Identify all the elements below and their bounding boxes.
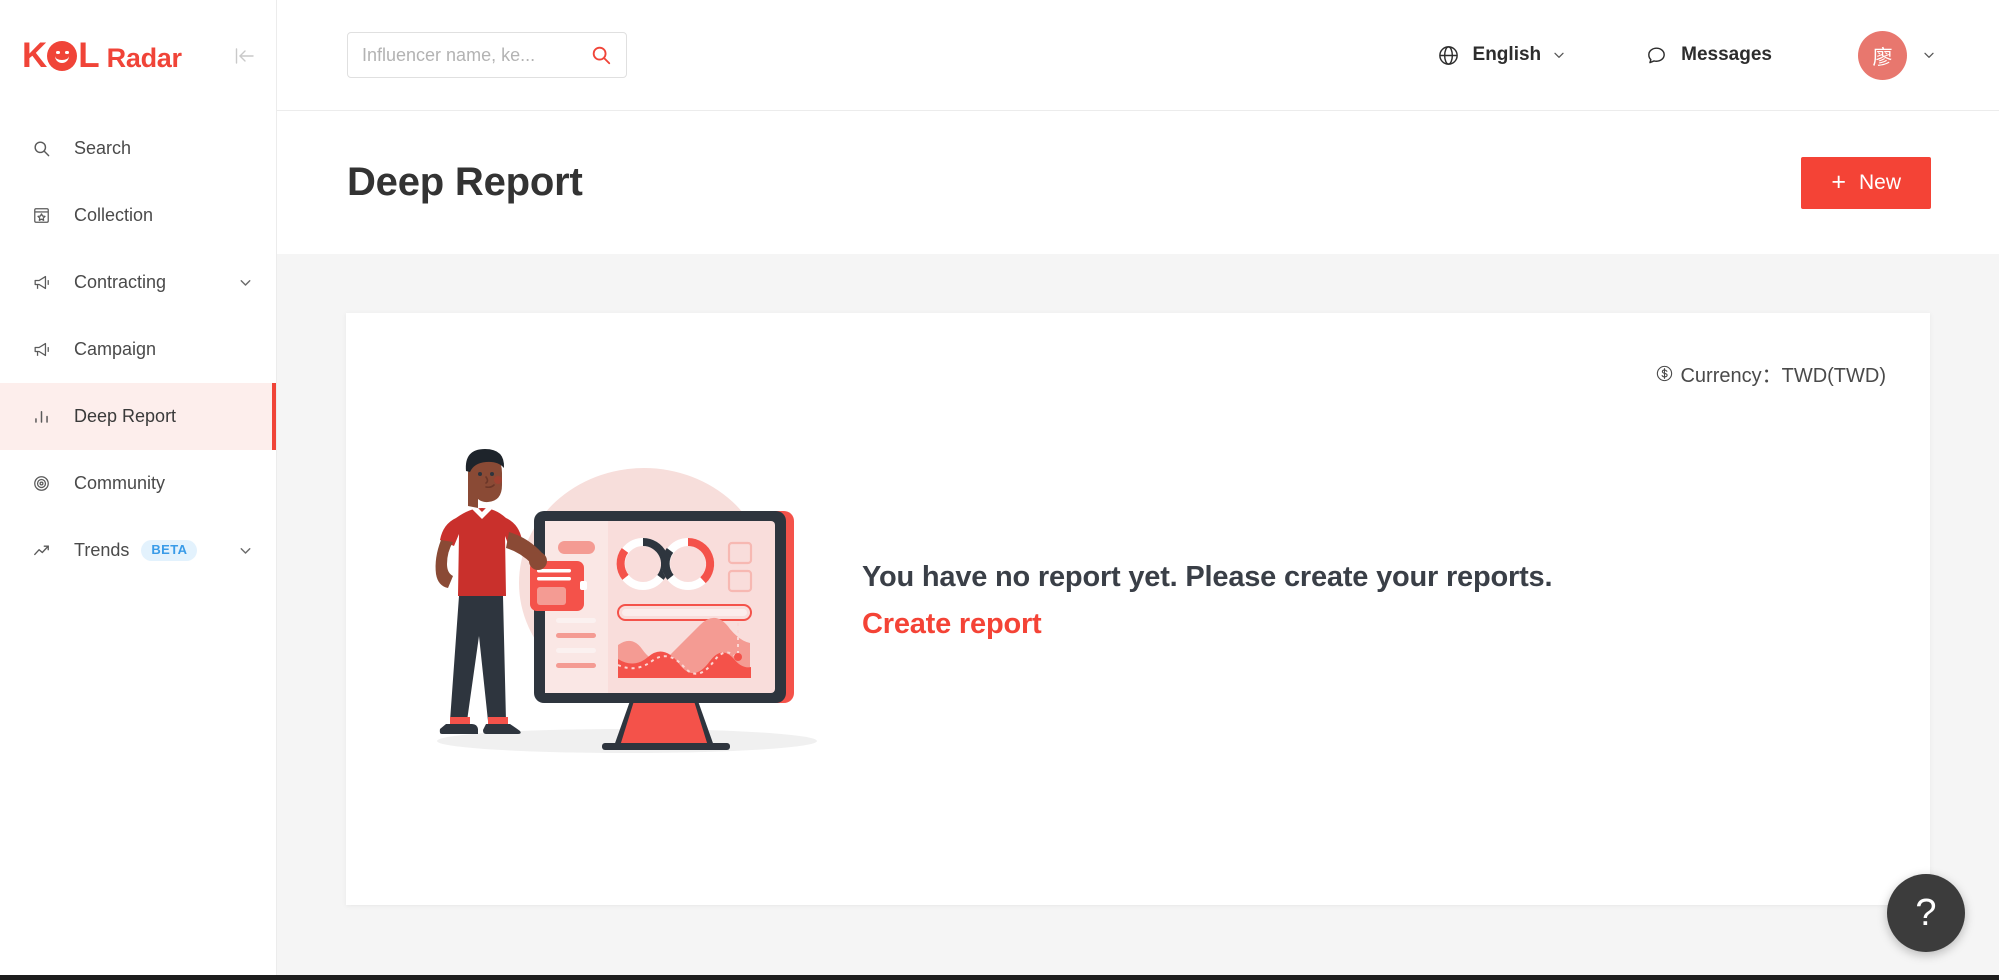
- chevron-down-icon[interactable]: [237, 274, 254, 291]
- empty-state-text: You have no report yet. Please create yo…: [862, 560, 1553, 641]
- megaphone-icon: [30, 339, 52, 361]
- create-report-link[interactable]: Create report: [862, 608, 1042, 641]
- collapse-left-icon[interactable]: [228, 39, 262, 73]
- page-title: Deep Report: [347, 160, 583, 204]
- language-selector[interactable]: English: [1437, 44, 1568, 67]
- avatar[interactable]: 廖: [1858, 30, 1907, 80]
- new-report-button-label: New: [1858, 170, 1901, 194]
- logo-radar-text: Radar: [106, 42, 182, 73]
- sidebar-item-trends[interactable]: Trends BETA: [0, 517, 276, 584]
- currency-circle-icon: [1655, 364, 1674, 383]
- report-card: Currency：TWD(TWD) You have no report yet…: [346, 313, 1930, 905]
- chat-bubble-icon: [1645, 44, 1668, 67]
- language-label: English: [1472, 44, 1542, 65]
- bookmark-star-icon: [30, 205, 52, 227]
- chevron-down-icon[interactable]: [1921, 47, 1937, 63]
- logo-letter-l: L: [78, 35, 99, 75]
- empty-state: You have no report yet. Please create yo…: [346, 433, 1930, 768]
- messages-label: Messages: [1681, 44, 1772, 65]
- content-area: Currency：TWD(TWD) You have no report yet…: [277, 254, 1999, 975]
- sidebar-item-label: Campaign: [74, 339, 157, 359]
- chevron-down-icon[interactable]: [237, 542, 254, 559]
- sidebar: KL Radar Search Collection Contracting C…: [0, 0, 277, 975]
- sidebar-item-label: Contracting: [74, 272, 167, 292]
- messages-button[interactable]: Messages: [1645, 44, 1772, 67]
- window-bottom-edge: [0, 975, 1999, 980]
- global-search-box[interactable]: [347, 32, 627, 78]
- top-bar-right-cluster: English Messages 廖: [1437, 30, 1999, 80]
- sidebar-item-label: Trends: [74, 540, 130, 560]
- new-report-button[interactable]: + New: [1801, 156, 1931, 209]
- sidebar-item-label: Collection: [74, 205, 154, 225]
- beta-badge: BETA: [141, 540, 198, 561]
- target-icon: [30, 473, 52, 495]
- account-menu[interactable]: 廖: [1858, 30, 1937, 80]
- page-header: Deep Report + New: [277, 111, 1999, 254]
- sidebar-item-community[interactable]: Community: [0, 450, 276, 517]
- sidebar-item-label: Search: [74, 138, 132, 158]
- search-icon[interactable]: [590, 44, 612, 66]
- currency-indicator: Currency：TWD(TWD): [1655, 359, 1886, 388]
- search-icon: [30, 138, 52, 160]
- sidebar-item-label: Community: [74, 473, 166, 493]
- sidebar-item-label: Deep Report: [74, 406, 177, 426]
- app-logo[interactable]: KL Radar: [22, 36, 228, 76]
- sidebar-item-campaign[interactable]: Campaign: [0, 316, 276, 383]
- currency-text: Currency：TWD(TWD): [1680, 365, 1886, 387]
- logo-letter-k: K: [22, 35, 47, 75]
- plus-icon: +: [1831, 168, 1846, 196]
- top-bar: English Messages 廖: [277, 0, 1999, 111]
- help-button[interactable]: ?: [1887, 874, 1965, 952]
- search-input[interactable]: [362, 44, 590, 66]
- empty-state-headline: You have no report yet. Please create yo…: [862, 560, 1553, 593]
- brand-row: KL Radar: [0, 0, 276, 111]
- app-root: KL Radar Search Collection Contracting C…: [0, 0, 1999, 980]
- sidebar-item-search[interactable]: Search: [0, 115, 276, 182]
- sidebar-item-collection[interactable]: Collection: [0, 182, 276, 249]
- trend-line-icon: [30, 540, 52, 562]
- sidebar-nav: Search Collection Contracting Campaign D…: [0, 111, 276, 584]
- logo-kol-text: KL: [22, 35, 100, 76]
- analytics-dashboard-person-illustration: [412, 433, 832, 768]
- smiley-face-icon: [47, 40, 78, 71]
- bar-chart-icon: [30, 406, 52, 428]
- megaphone-icon: [30, 272, 52, 294]
- sidebar-item-deep-report[interactable]: Deep Report: [0, 383, 276, 450]
- chevron-down-icon[interactable]: [1551, 47, 1567, 63]
- sidebar-item-contracting[interactable]: Contracting: [0, 249, 276, 316]
- globe-icon: [1437, 44, 1460, 67]
